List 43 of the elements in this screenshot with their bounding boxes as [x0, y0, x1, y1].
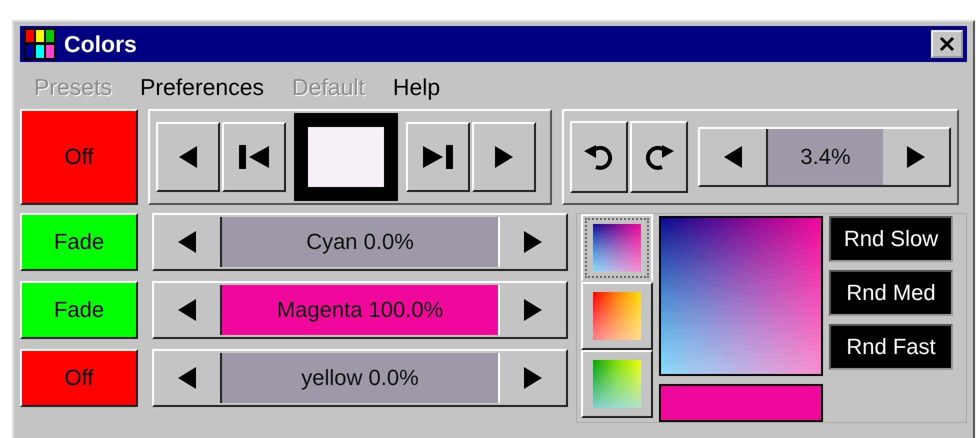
random-button[interactable]: Rnd Fast	[829, 324, 953, 370]
slider-track[interactable]: Cyan 0.0%	[220, 217, 500, 267]
mode-button[interactable]: Fade	[20, 213, 138, 271]
palette-thumbnail[interactable]	[581, 350, 653, 418]
left-triangle-icon	[178, 367, 196, 389]
right-triangle-icon	[524, 231, 542, 253]
color-gradient-field[interactable]	[659, 216, 823, 376]
left-triangle-icon	[724, 146, 742, 168]
right-triangle-icon	[524, 299, 542, 321]
menu-item[interactable]: Help	[392, 74, 440, 101]
slider-label: Magenta 100.0%	[276, 297, 444, 323]
first-button[interactable]	[222, 122, 286, 192]
random-button[interactable]: Rnd Med	[829, 270, 953, 316]
mode-button[interactable]: Off	[20, 109, 138, 205]
right-triangle-icon	[524, 367, 542, 389]
skip-forward-icon	[423, 145, 453, 169]
previous-button[interactable]	[156, 122, 220, 192]
left-triangle-icon	[178, 231, 196, 253]
right-triangle-icon	[495, 146, 513, 168]
left-triangle-icon	[179, 146, 197, 168]
slider-track[interactable]: yellow 0.0%	[220, 353, 500, 403]
next-button[interactable]	[472, 122, 536, 192]
last-button[interactable]	[406, 122, 470, 192]
mode-button[interactable]: Fade	[20, 281, 138, 339]
speed-readout: 3.4%	[766, 129, 883, 185]
rotate-right-button[interactable]	[630, 121, 688, 193]
slider-track[interactable]: Magenta 100.0%	[220, 285, 500, 335]
slider-label: Cyan 0.0%	[306, 229, 414, 255]
slider-label: yellow 0.0%	[301, 365, 419, 391]
close-button[interactable]	[931, 30, 963, 58]
mode-button[interactable]: Off	[20, 349, 138, 407]
random-button[interactable]: Rnd Slow	[829, 216, 953, 262]
rotate-left-button[interactable]	[570, 121, 628, 193]
window-title: Colors	[64, 30, 138, 58]
skip-back-icon	[239, 145, 269, 169]
palette-thumbnail[interactable]	[581, 282, 653, 350]
palette-thumbnail[interactable]	[581, 214, 653, 282]
menu-item[interactable]: Preferences	[140, 74, 264, 101]
left-triangle-icon	[178, 299, 196, 321]
redo-arrow-icon	[644, 142, 674, 172]
undo-arrow-icon	[584, 142, 614, 172]
close-icon	[939, 36, 955, 52]
right-triangle-icon	[907, 146, 925, 168]
